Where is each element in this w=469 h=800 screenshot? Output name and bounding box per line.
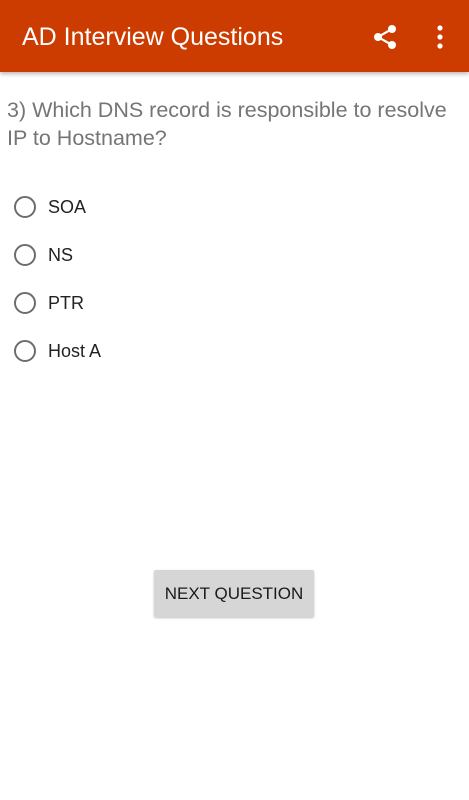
option-label: SOA [48, 196, 87, 217]
option-label: NS [48, 244, 74, 265]
radio-button[interactable] [14, 196, 36, 218]
share-icon [374, 25, 396, 49]
overflow-menu-button[interactable] [422, 18, 458, 56]
share-button[interactable] [366, 18, 404, 56]
option-label: Host A [48, 340, 102, 361]
option-ptr[interactable]: PTR [0, 279, 469, 327]
more-vert-icon [437, 25, 443, 49]
app-bar: AD Interview Questions [0, 0, 469, 72]
app-title: AD Interview Questions [22, 23, 284, 51]
option-ns[interactable]: NS [0, 231, 469, 279]
answer-options: SOA NS PTR Host A [0, 183, 469, 375]
option-soa[interactable]: SOA [0, 183, 469, 231]
option-host-a[interactable]: Host A [0, 327, 469, 375]
option-label: PTR [48, 292, 84, 313]
radio-button[interactable] [14, 340, 36, 362]
radio-button[interactable] [14, 244, 36, 266]
next-question-button[interactable]: NEXT QUESTION [154, 570, 314, 617]
question-text: 3) Which DNS record is responsible to re… [7, 98, 447, 150]
radio-button[interactable] [14, 292, 36, 314]
